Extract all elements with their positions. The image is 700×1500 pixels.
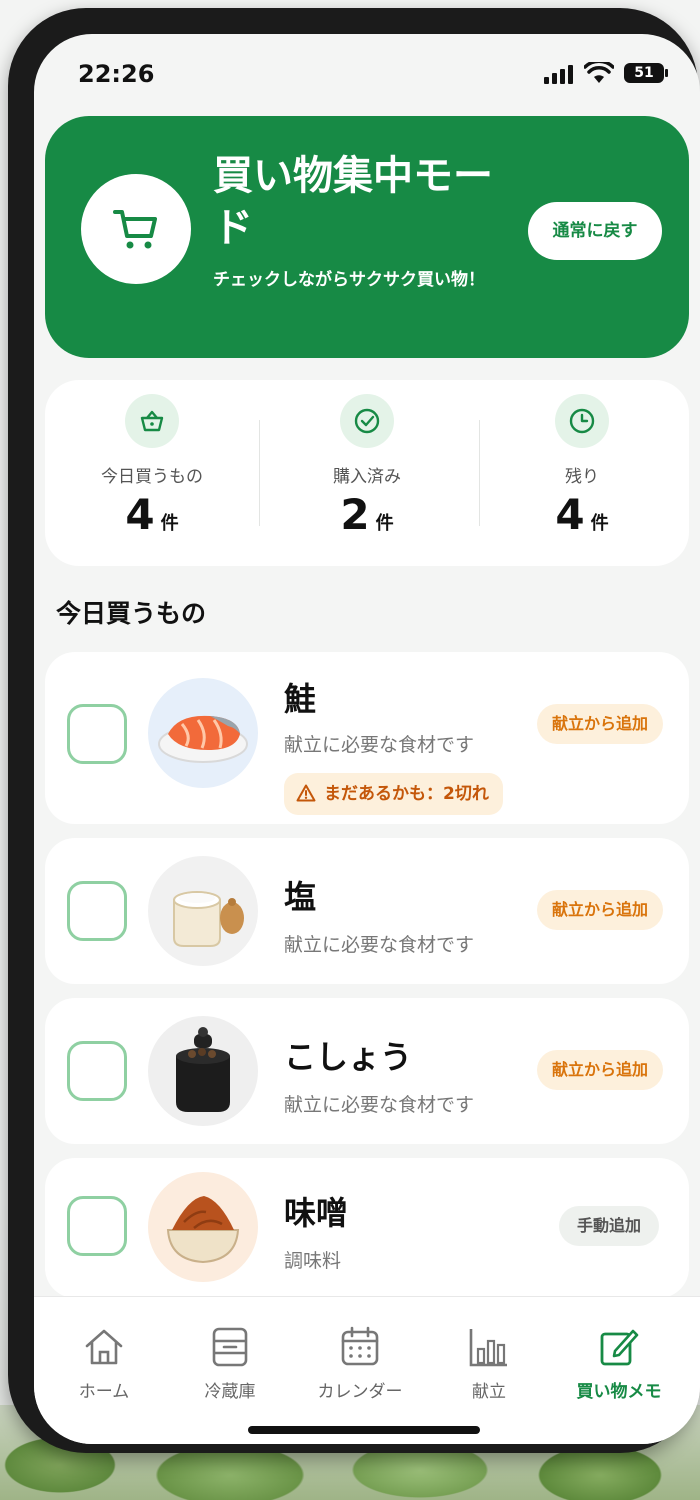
item-name: 鮭 <box>284 680 317 718</box>
basket-icon <box>125 394 179 448</box>
source-tag: 手動追加 <box>559 1206 659 1246</box>
tab-home[interactable]: ホーム <box>39 1325 169 1402</box>
tab-calendar[interactable]: カレンダー <box>295 1325 425 1402</box>
tab-label: カレンダー <box>317 1382 403 1402</box>
item-checkbox[interactable] <box>67 881 127 941</box>
item-name: 味噌 <box>284 1194 349 1232</box>
stat-today: 今日買うもの 4件 <box>45 380 259 566</box>
miso-image <box>148 1172 258 1282</box>
bottom-tab-bar: ホーム 冷蔵庫 カレンダー 献立 買い物メモ <box>34 1296 700 1444</box>
status-time: 22:26 <box>78 60 155 88</box>
source-tag: 献立から追加 <box>537 704 663 744</box>
salmon-image <box>148 678 258 788</box>
item-checkbox[interactable] <box>67 1196 127 1256</box>
tab-label: 冷蔵庫 <box>204 1382 256 1402</box>
check-circle-icon <box>340 394 394 448</box>
stat-value: 4件 <box>125 490 179 539</box>
list-item[interactable]: こしょう 献立に必要な食材です 献立から追加 <box>45 998 689 1144</box>
source-tag: 献立から追加 <box>537 890 663 930</box>
chart-icon <box>469 1329 507 1367</box>
item-name: こしょう <box>284 1038 413 1076</box>
list-item[interactable]: 塩 献立に必要な食材です 献立から追加 <box>45 838 689 984</box>
tab-label: 買い物メモ <box>576 1382 662 1402</box>
item-description: 調味料 <box>284 1250 342 1272</box>
stat-purchased: 購入済み 2件 <box>260 380 474 566</box>
item-description: 献立に必要な食材です <box>284 934 475 956</box>
stat-value: 4件 <box>555 490 609 539</box>
stat-label: 残り <box>565 467 599 487</box>
battery-icon: 51 <box>624 63 668 83</box>
home-icon <box>85 1329 123 1365</box>
app-screen: 22:26 51 買い物集中モード チェックしながらサクサク買い物！ 通常に戻す… <box>34 34 700 1444</box>
banner-subtitle: チェックしながらサクサク買い物！ <box>213 270 485 290</box>
salt-image <box>148 856 258 966</box>
tab-menu[interactable]: 献立 <box>424 1325 554 1402</box>
calendar-icon <box>341 1326 379 1366</box>
tab-label: ホーム <box>78 1382 130 1402</box>
stats-card: 今日買うもの 4件 購入済み 2件 残り 4 件 <box>45 380 689 566</box>
banner-title: 買い物集中モード <box>213 153 493 251</box>
fridge-icon <box>212 1327 248 1367</box>
phone-frame: 22:26 51 買い物集中モード チェックしながらサクサク買い物！ 通常に戻す… <box>8 8 700 1453</box>
stat-value: 2件 <box>340 490 394 539</box>
memo-icon <box>600 1329 639 1366</box>
tab-label: 献立 <box>472 1382 506 1402</box>
return-normal-button[interactable]: 通常に戻す <box>528 202 662 260</box>
list-item[interactable]: 味噌 調味料 手動追加 <box>45 1158 689 1298</box>
section-title: 今日買うもの <box>56 599 207 628</box>
item-checkbox[interactable] <box>67 1041 127 1101</box>
home-indicator <box>248 1426 480 1434</box>
stat-remaining: 残り 4件 <box>475 380 689 566</box>
cart-icon-circle <box>81 174 191 284</box>
tab-fridge[interactable]: 冷蔵庫 <box>165 1325 295 1402</box>
source-tag: 献立から追加 <box>537 1050 663 1090</box>
item-description: 献立に必要な食材です <box>284 1094 475 1116</box>
tab-shopping-memo[interactable]: 買い物メモ <box>554 1325 684 1402</box>
stat-label: 購入済み <box>333 467 401 487</box>
status-bar: 22:26 51 <box>34 34 700 114</box>
pepper-image <box>148 1016 258 1126</box>
wifi-icon <box>584 62 614 83</box>
stock-warning: まだあるかも：2切れ <box>284 773 503 815</box>
focus-mode-banner: 買い物集中モード チェックしながらサクサク買い物！ 通常に戻す <box>45 116 689 358</box>
item-name: 塩 <box>284 878 317 916</box>
stat-label: 今日買うもの <box>101 467 203 487</box>
warning-icon <box>296 784 316 802</box>
item-description: 献立に必要な食材です <box>284 734 475 756</box>
item-checkbox[interactable] <box>67 704 127 764</box>
list-item[interactable]: 鮭 献立に必要な食材です まだあるかも：2切れ 献立から追加 <box>45 652 689 824</box>
clock-icon <box>555 394 609 448</box>
signal-icon <box>544 64 574 84</box>
cart-icon <box>113 210 157 249</box>
